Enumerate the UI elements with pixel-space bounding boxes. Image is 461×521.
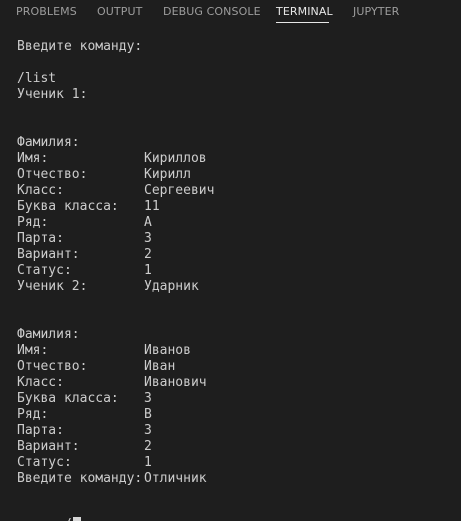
student-1-field-row: Статус: Ударник bbox=[17, 247, 317, 294]
text-cursor bbox=[72, 517, 81, 521]
student-2-field-row: Фамилия: Иванов bbox=[17, 311, 317, 358]
student-1-field-row: Вариант: 1 bbox=[17, 231, 317, 278]
prompt-line: Введите команду: bbox=[17, 471, 143, 486]
student-1-field-row: Ряд: 3 bbox=[17, 199, 317, 246]
student-2-field-row: Буква класса: В bbox=[17, 375, 317, 422]
prompt-line: Введите команду: bbox=[17, 39, 143, 54]
field-value: 1 bbox=[144, 455, 152, 470]
tab-terminal[interactable]: TERMINAL bbox=[276, 5, 333, 18]
student-2-field-row: Имя: Иван bbox=[17, 327, 317, 374]
input-line[interactable]: / bbox=[17, 501, 81, 521]
student-1-field-row: Парта: 2 bbox=[17, 215, 317, 262]
student-1-header: Ученик 1: bbox=[17, 87, 88, 102]
student-1-field-row: Буква класса: А bbox=[17, 183, 317, 230]
active-tab-indicator bbox=[276, 22, 329, 23]
tab-jupyter[interactable]: JUPYTER bbox=[353, 5, 399, 18]
student-1-field-row: Класс: 11 bbox=[17, 167, 317, 214]
student-2-field-row: Парта: 2 bbox=[17, 407, 317, 454]
student-2-header: Ученик 2: bbox=[17, 279, 88, 294]
student-1-field-row: Имя: Кирилл bbox=[17, 135, 317, 182]
field-label: Статус: bbox=[17, 263, 72, 278]
tab-problems[interactable]: PROBLEMS bbox=[16, 5, 77, 18]
tab-debug-console[interactable]: DEBUG CONSOLE bbox=[163, 5, 261, 18]
input-text[interactable]: / bbox=[64, 517, 72, 521]
student-2-field-row: Отчество: Иванович bbox=[17, 343, 317, 390]
student-2-field-row: Ряд: 3 bbox=[17, 391, 317, 438]
command-line: /list bbox=[17, 71, 57, 86]
student-2-field-row: Класс: 3 bbox=[17, 359, 317, 406]
panel-tab-bar: PROBLEMS OUTPUT DEBUG CONSOLE TERMINAL J… bbox=[0, 0, 461, 24]
student-1-field-row: Фамилия: Кириллов bbox=[17, 119, 317, 166]
field-value: Отличник bbox=[144, 471, 207, 486]
student-2-field-row: Статус: Отличник bbox=[17, 439, 317, 486]
student-2-field-row: Вариант: 1 bbox=[17, 423, 317, 470]
field-value: 1 bbox=[144, 263, 152, 278]
terminal-panel: PROBLEMS OUTPUT DEBUG CONSOLE TERMINAL J… bbox=[0, 0, 461, 521]
student-1-field-row: Отчество: Сергеевич bbox=[17, 151, 317, 198]
field-label: Статус: bbox=[17, 455, 72, 470]
field-value: Ударник bbox=[144, 279, 199, 294]
tab-output[interactable]: OUTPUT bbox=[97, 5, 142, 18]
